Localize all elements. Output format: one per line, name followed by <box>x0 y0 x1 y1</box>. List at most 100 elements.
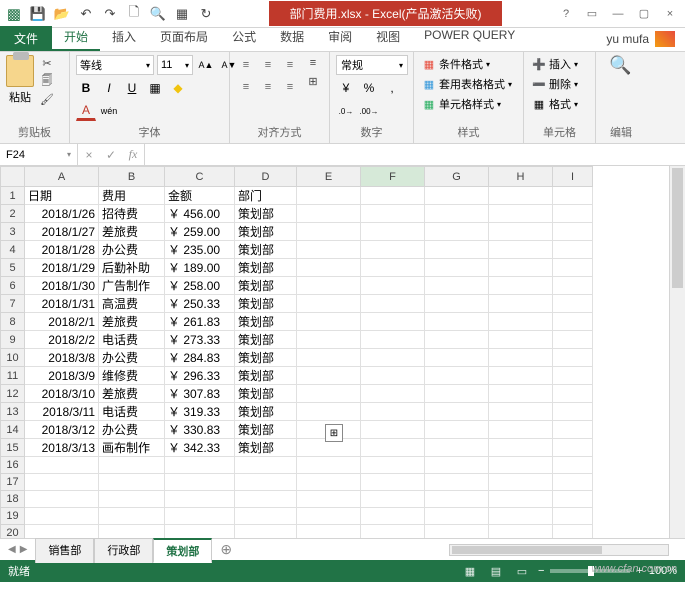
cell[interactable]: ￥ 259.00 <box>165 223 235 241</box>
cell[interactable] <box>235 474 297 491</box>
decrease-decimal-icon[interactable]: .00→ <box>359 101 379 121</box>
percent-icon[interactable]: % <box>359 78 379 98</box>
cell[interactable] <box>361 403 425 421</box>
cell[interactable]: ￥ 284.83 <box>165 349 235 367</box>
cell[interactable]: 2018/3/13 <box>25 439 99 457</box>
new-icon[interactable]: 🗋 <box>126 6 142 22</box>
formula-input[interactable] <box>145 144 685 165</box>
font-color-icon[interactable]: A <box>76 101 96 121</box>
cell[interactable] <box>489 349 553 367</box>
open-icon[interactable]: 📂 <box>54 6 70 22</box>
cell[interactable]: 高温费 <box>99 295 165 313</box>
cell[interactable] <box>553 385 593 403</box>
minimize-icon[interactable]: — <box>609 5 627 23</box>
cell[interactable] <box>361 277 425 295</box>
cell[interactable]: 策划部 <box>235 385 297 403</box>
close-icon[interactable]: × <box>661 5 679 23</box>
cell[interactable] <box>361 421 425 439</box>
cell[interactable]: 策划部 <box>235 205 297 223</box>
cell[interactable] <box>553 403 593 421</box>
cell[interactable]: 2018/3/12 <box>25 421 99 439</box>
cell[interactable] <box>361 349 425 367</box>
normal-view-icon[interactable]: ▦ <box>460 563 480 579</box>
restore-icon[interactable]: ▢ <box>635 5 653 23</box>
number-format-select[interactable]: 常规▾ <box>336 55 408 75</box>
cut-icon[interactable]: ✂ <box>38 55 56 71</box>
cell[interactable] <box>297 367 361 385</box>
cell[interactable] <box>99 474 165 491</box>
cell[interactable]: 2018/3/11 <box>25 403 99 421</box>
cell[interactable] <box>297 259 361 277</box>
cell[interactable] <box>425 474 489 491</box>
tab-审阅[interactable]: 审阅 <box>316 24 364 51</box>
cell[interactable] <box>553 367 593 385</box>
cell[interactable]: 画布制作 <box>99 439 165 457</box>
col-header-A[interactable]: A <box>25 167 99 187</box>
cell[interactable] <box>25 474 99 491</box>
cell[interactable] <box>489 385 553 403</box>
cell[interactable]: 策划部 <box>235 331 297 349</box>
redo-icon[interactable]: ↷ <box>102 6 118 22</box>
cell[interactable]: ￥ 319.33 <box>165 403 235 421</box>
cell[interactable] <box>297 241 361 259</box>
conditional-format-button[interactable]: ▦条件格式▾ <box>420 55 514 73</box>
cell[interactable] <box>425 295 489 313</box>
cell[interactable]: ￥ 235.00 <box>165 241 235 259</box>
format-painter-icon[interactable]: 🖌 <box>38 91 56 107</box>
cell[interactable] <box>489 331 553 349</box>
cell[interactable] <box>425 403 489 421</box>
select-all-corner[interactable] <box>1 167 25 187</box>
cell[interactable]: ￥ 456.00 <box>165 205 235 223</box>
cell[interactable] <box>553 295 593 313</box>
align-right-icon[interactable]: ≡ <box>280 77 300 97</box>
cell[interactable] <box>297 385 361 403</box>
cell[interactable] <box>297 313 361 331</box>
row-header[interactable]: 12 <box>1 385 25 403</box>
copy-icon[interactable]: 🗐 <box>38 73 56 89</box>
refresh-icon[interactable]: ↻ <box>198 6 214 22</box>
align-center-icon[interactable]: ≡ <box>258 77 278 97</box>
cell[interactable]: 2018/2/2 <box>25 331 99 349</box>
cell[interactable] <box>361 367 425 385</box>
cell[interactable] <box>361 474 425 491</box>
tab-开始[interactable]: 开始 <box>52 24 100 51</box>
delete-cells-button[interactable]: ➖删除▾ <box>530 75 580 93</box>
align-bottom-icon[interactable]: ≡ <box>280 55 300 75</box>
cell[interactable]: 招待费 <box>99 205 165 223</box>
cell[interactable] <box>25 491 99 508</box>
cell[interactable]: 策划部 <box>235 349 297 367</box>
row-header[interactable]: 15 <box>1 439 25 457</box>
undo-icon[interactable]: ↶ <box>78 6 94 22</box>
save-icon[interactable]: 💾 <box>30 6 46 22</box>
row-header[interactable]: 5 <box>1 259 25 277</box>
cell[interactable] <box>297 295 361 313</box>
cell[interactable]: 策划部 <box>235 277 297 295</box>
cell[interactable] <box>425 241 489 259</box>
cell[interactable] <box>99 457 165 474</box>
cell[interactable] <box>553 277 593 295</box>
sheet-nav-next-icon[interactable]: ▶ <box>20 544 28 555</box>
cell[interactable] <box>165 525 235 539</box>
cell[interactable]: 策划部 <box>235 223 297 241</box>
cell[interactable]: 策划部 <box>235 259 297 277</box>
cell[interactable] <box>361 331 425 349</box>
find-select-button[interactable]: 🔍 <box>609 55 633 75</box>
underline-button[interactable]: U <box>122 78 142 98</box>
cell[interactable]: 2018/3/10 <box>25 385 99 403</box>
cell[interactable] <box>489 474 553 491</box>
ribbon-options-icon[interactable]: ▭ <box>583 5 601 23</box>
cell[interactable]: ￥ 189.00 <box>165 259 235 277</box>
cell[interactable]: 2018/1/29 <box>25 259 99 277</box>
cell[interactable] <box>297 508 361 525</box>
cell[interactable]: 策划部 <box>235 295 297 313</box>
cell[interactable] <box>489 241 553 259</box>
cell-styles-button[interactable]: ▦单元格样式▾ <box>420 95 514 113</box>
cancel-icon[interactable]: × <box>78 148 100 162</box>
cell[interactable] <box>553 474 593 491</box>
sheet-nav-prev-icon[interactable]: ◀ <box>8 544 16 555</box>
cell[interactable] <box>425 277 489 295</box>
cell[interactable] <box>489 421 553 439</box>
cell[interactable] <box>425 385 489 403</box>
cell[interactable] <box>297 403 361 421</box>
cell[interactable] <box>425 223 489 241</box>
